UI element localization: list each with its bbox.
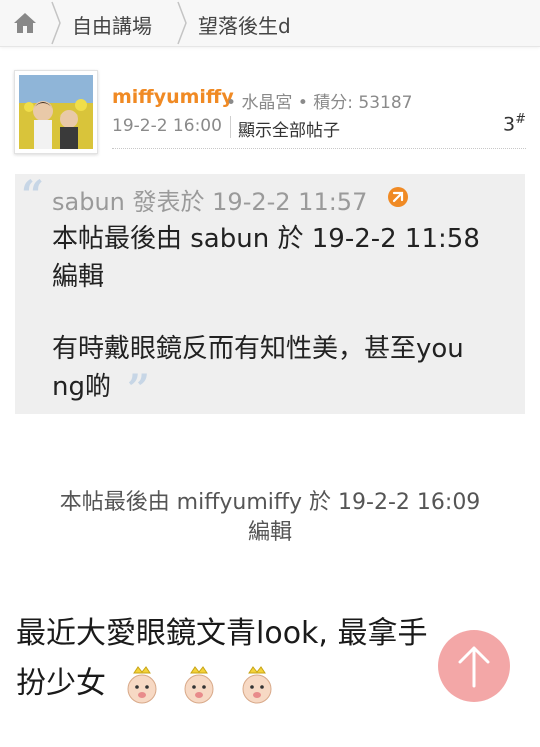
post-content-line: 最近大愛眼鏡文青look, 最拿手 [16,616,428,651]
floor-number: 3# [503,112,526,136]
breadcrumb-item-forum[interactable]: 自由講場 [72,10,152,39]
quote-line: 本帖最後由 sabun 於 19-2-2 11:58 [52,224,480,254]
post-content-line: 扮少女 [16,658,279,707]
quote-header: sabun 發表於 19-2-2 11:57 [52,182,367,217]
divider [230,116,231,138]
quote-time: 19-2-2 11:57 [212,188,368,216]
score-value: 53187 [358,93,413,113]
quote-line: ng啲 [52,372,111,402]
baby-emoji-icon [242,665,272,703]
user-meta: • 水晶宮 • 積分: 53187 [226,93,413,113]
edit-note: 本帖最後由 miffyumiffy 於 19-2-2 16:09 [59,490,481,515]
quote-line: 有時戴眼鏡反而有知性美，甚至you [52,334,464,364]
breadcrumb-item-thread[interactable]: 望落後生d [198,10,291,39]
quote-author: sabun [52,188,125,216]
post-content-text: 扮少女 [16,666,106,701]
edit-note: 編輯 [247,520,292,545]
quote-action: 發表於 [132,188,205,216]
score-label: 積分: [313,93,354,113]
avatar[interactable] [14,70,98,154]
quote-close-icon: ” [127,366,151,413]
divider [112,148,526,149]
baby-emoji-icon [127,665,157,703]
quote-open-icon: “ [21,172,45,219]
quote-block: “ sabun 發表於 19-2-2 11:57 本帖最後由 sabun 於 1… [15,174,525,414]
home-icon[interactable] [12,10,38,36]
arrow-up-icon [458,646,490,688]
back-to-top-button[interactable] [438,630,510,702]
breadcrumb: 自由講場 望落後生d [0,0,540,47]
user-group: 水晶宮 [241,93,293,113]
chevron-right-icon [177,1,187,45]
jump-to-quote-icon[interactable] [388,187,408,207]
username[interactable]: miffyumiffy [112,86,234,108]
chevron-right-icon [51,1,61,45]
post-time: 19-2-2 16:00 [112,116,222,136]
quote-line: 編輯 [52,262,105,292]
baby-emoji-icon [184,665,214,703]
show-all-posts-link[interactable]: 顯示全部帖子 [238,116,340,141]
